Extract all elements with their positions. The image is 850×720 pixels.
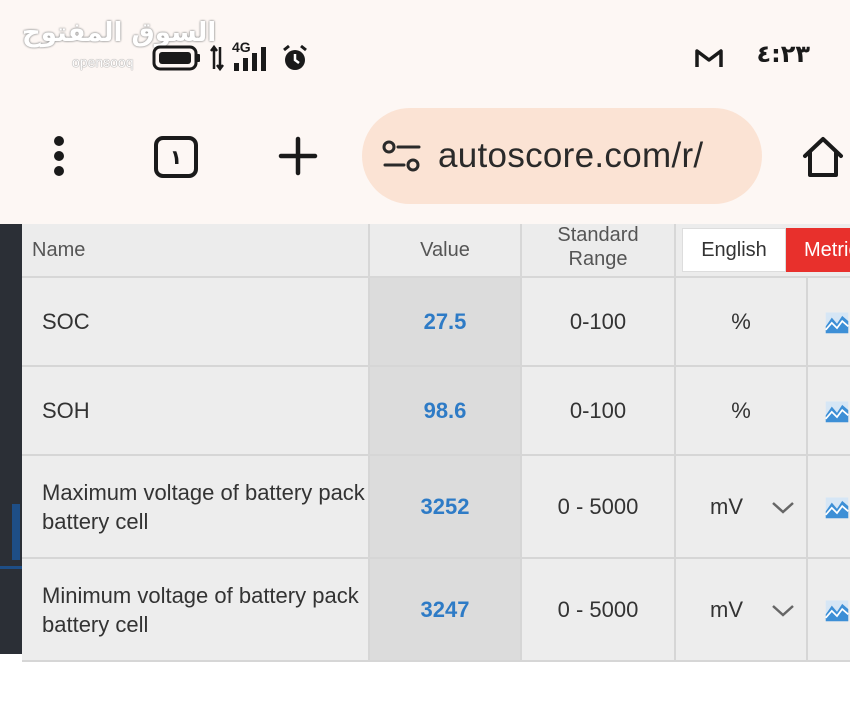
header-range-line1: Standard: [557, 224, 639, 246]
chevron-down-icon: [772, 501, 794, 514]
chart-icon: [825, 599, 849, 621]
header-range-line2: Range: [568, 248, 628, 270]
table-row: Maximum voltage of battery pack battery …: [22, 456, 850, 559]
signal-icon: 4G: [232, 39, 272, 73]
browser-toolbar: ١ autoscore.com/r/: [0, 100, 850, 224]
row-range: 0-100: [522, 367, 676, 456]
chart-button[interactable]: [808, 278, 850, 367]
left-edge-dark: [0, 224, 22, 654]
battery-icon: [152, 45, 200, 71]
site-settings-icon[interactable]: [382, 138, 422, 174]
row-range: 0 - 5000: [522, 456, 676, 559]
row-unit: mV: [710, 596, 743, 622]
table-row: SOC 27.5 0-100 %: [22, 278, 850, 367]
status-icons: 4G: [150, 39, 310, 74]
left-edge-line: [0, 566, 22, 569]
status-time: ٤:٢٣: [756, 40, 810, 68]
row-value: 3247: [370, 559, 522, 662]
header-name: Name: [22, 224, 370, 278]
row-range: 0 - 5000: [522, 559, 676, 662]
unit-toggle: English Metric: [676, 224, 850, 278]
more-menu-button[interactable]: [36, 130, 82, 182]
unit-dropdown[interactable]: mV: [676, 456, 808, 559]
english-units-button[interactable]: English: [682, 228, 786, 272]
more-vert-icon: [54, 136, 64, 176]
row-name: SOH: [22, 367, 370, 456]
row-unit: %: [676, 367, 808, 456]
row-value: 27.5: [370, 278, 522, 367]
chart-icon: [825, 400, 849, 422]
page-content: Name Value Standard Range English Metric…: [0, 224, 850, 720]
home-icon: [803, 137, 843, 177]
table-row: SOH 98.6 0-100 %: [22, 367, 850, 456]
plus-icon: [278, 136, 318, 176]
chart-button[interactable]: [808, 456, 850, 559]
tab-switcher-icon: ١: [154, 136, 198, 178]
chart-icon: [825, 496, 849, 518]
row-value: 3252: [370, 456, 522, 559]
unit-dropdown[interactable]: mV: [676, 559, 808, 662]
left-edge-accent: [12, 504, 20, 560]
watermark-english: opensooq: [72, 54, 134, 70]
row-name: SOC: [22, 278, 370, 367]
row-unit: mV: [710, 493, 743, 519]
row-value: 98.6: [370, 367, 522, 456]
alarm-icon: [283, 44, 307, 70]
chevron-down-icon: [772, 604, 794, 617]
chart-icon: [825, 311, 849, 333]
row-unit: %: [676, 278, 808, 367]
header-standard-range: Standard Range: [522, 224, 676, 278]
left-edge: [0, 224, 22, 720]
gmail-icon: [695, 49, 723, 67]
new-tab-button[interactable]: [272, 130, 324, 182]
url-text[interactable]: autoscore.com/r/: [438, 136, 703, 176]
tab-count: ١: [169, 145, 183, 169]
header-value: Value: [370, 224, 522, 278]
data-arrows-icon: [210, 44, 224, 72]
chart-button[interactable]: [808, 559, 850, 662]
status-bar: السوق المفتوح opensooq 4G ٤:٢٣: [0, 0, 850, 100]
address-bar[interactable]: autoscore.com/r/: [362, 108, 762, 204]
table-row: Minimum voltage of battery pack battery …: [22, 559, 850, 662]
tab-switcher-button[interactable]: ١: [150, 132, 202, 182]
metric-units-button[interactable]: Metric: [786, 228, 850, 272]
chart-button[interactable]: [808, 367, 850, 456]
row-range: 0-100: [522, 278, 676, 367]
row-name: Maximum voltage of battery pack battery …: [22, 456, 370, 559]
row-name: Minimum voltage of battery pack battery …: [22, 559, 370, 662]
home-button[interactable]: [796, 130, 850, 184]
